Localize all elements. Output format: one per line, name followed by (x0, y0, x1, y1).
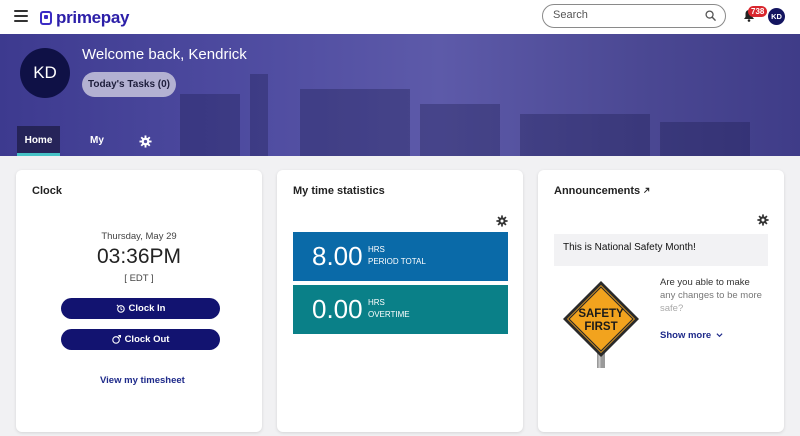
safety-first-sign-image: SAFETY FIRST (563, 281, 639, 368)
clock-out-label: Clock Out (124, 334, 170, 345)
clock-out-button[interactable]: Clock Out (61, 329, 220, 350)
clock-in-label: Clock In (128, 303, 166, 314)
time-statistics-title: My time statistics (293, 185, 385, 197)
clock-card: Clock Thursday, May 29 03:36PM [ EDT ] C… (16, 170, 262, 432)
overtime-value: 0.00 (312, 294, 363, 324)
chevron-down-icon (716, 333, 723, 338)
view-timesheet-link[interactable]: View my timesheet (100, 375, 185, 386)
clock-title: Clock (32, 185, 62, 197)
clock-in-icon (116, 304, 125, 313)
announcements-title[interactable]: Announcements (554, 185, 650, 197)
search-input[interactable] (553, 9, 693, 21)
time-statistics-card: My time statistics 8.00 HRS PERIOD TOTAL… (277, 170, 523, 432)
settings-gear-icon[interactable] (139, 135, 152, 148)
external-link-icon (644, 187, 650, 194)
clock-date: Thursday, May 29 (101, 231, 177, 242)
time-stats-settings-gear-icon[interactable] (496, 215, 508, 227)
logo-mark-icon (40, 11, 52, 25)
hamburger-menu-icon[interactable] (14, 10, 28, 22)
logo[interactable]: primepay (40, 8, 129, 28)
clock-timezone: [ EDT ] (124, 273, 154, 284)
notification-count-badge: 738 (748, 6, 768, 17)
period-total-value: 8.00 (312, 241, 363, 271)
announcements-settings-gear-icon[interactable] (757, 214, 769, 226)
svg-text:SAFETY: SAFETY (578, 308, 624, 320)
overtime-unit: HRS OVERTIME (368, 298, 410, 319)
search-box[interactable] (542, 4, 726, 28)
welcome-heading: Welcome back, Kendrick (82, 46, 247, 63)
overtime-stat[interactable]: 0.00 HRS OVERTIME (293, 285, 508, 334)
svg-text:FIRST: FIRST (584, 321, 617, 333)
todays-tasks-button[interactable]: Today's Tasks (0) (82, 72, 176, 97)
top-bar: primepay 738 KD (0, 0, 800, 34)
clock-time: 03:36PM (96, 245, 182, 268)
announcements-card: Announcements This is National Safety Mo… (538, 170, 784, 432)
period-total-stat[interactable]: 8.00 HRS PERIOD TOTAL (293, 232, 508, 281)
announcement-headline: This is National Safety Month! (554, 234, 768, 266)
profile-avatar[interactable]: KD (20, 48, 70, 98)
show-more-link[interactable]: Show more (660, 330, 723, 341)
welcome-banner: KD Welcome back, Kendrick Today's Tasks … (0, 34, 800, 156)
logo-text: primepay (56, 8, 130, 27)
announcement-body: Are you able to make any changes to be m… (660, 277, 762, 314)
clock-in-button[interactable]: Clock In (61, 298, 220, 319)
period-total-unit: HRS PERIOD TOTAL (368, 245, 426, 266)
clock-out-icon (111, 334, 121, 344)
search-icon[interactable] (705, 10, 716, 21)
user-avatar[interactable]: KD (768, 8, 785, 25)
tab-my-dashboard[interactable]: My Dashboard (66, 126, 128, 156)
tab-home[interactable]: Home (17, 126, 60, 156)
